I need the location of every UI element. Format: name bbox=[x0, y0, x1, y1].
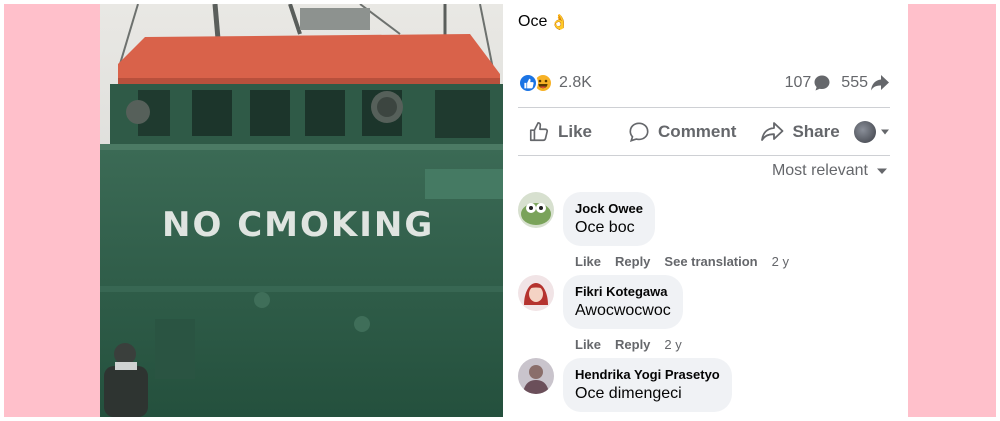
share-icon bbox=[761, 122, 784, 141]
comment-text: Oce boc bbox=[575, 219, 635, 236]
comment-bubble: Hendrika Yogi Prasetyo Oce dimengeci bbox=[563, 358, 732, 412]
comment-count[interactable]: 107 bbox=[785, 74, 812, 92]
comment-text: Awocwocwoc bbox=[575, 302, 671, 319]
comment-reply-link[interactable]: Reply bbox=[615, 337, 650, 352]
comment-timestamp[interactable]: 2 y bbox=[664, 337, 681, 352]
comment-button[interactable]: Comment bbox=[628, 121, 736, 143]
see-translation-link[interactable]: See translation bbox=[664, 254, 757, 269]
ship-illustration: NO CMOKING bbox=[100, 4, 503, 417]
post-stats: 2.8K 107 555 bbox=[518, 70, 890, 96]
comment-timestamp[interactable]: 2 y bbox=[772, 254, 789, 269]
comment-icon bbox=[629, 122, 649, 142]
post-caption: Oce 👌 bbox=[518, 13, 569, 31]
avatar[interactable] bbox=[518, 275, 554, 311]
profile-avatar bbox=[854, 121, 876, 143]
no-smoking-sign: NO CMOKING bbox=[162, 205, 434, 245]
comment-actions: Like Reply See translation 2 y bbox=[575, 254, 789, 269]
share-arrow-icon bbox=[871, 75, 889, 91]
comment-reply-link[interactable]: Reply bbox=[615, 254, 650, 269]
sort-label: Most relevant bbox=[771, 162, 868, 179]
post-actions: Like Comment Share bbox=[518, 114, 890, 150]
like-reaction-icon bbox=[518, 73, 538, 93]
commenter-name[interactable]: Jock Owee bbox=[575, 200, 643, 217]
comment-bubble-icon bbox=[814, 75, 830, 91]
caret-down-icon bbox=[881, 129, 889, 135]
thumbs-up-icon bbox=[529, 122, 549, 142]
avatar[interactable] bbox=[518, 192, 554, 228]
reactions-summary[interactable]: 2.8K bbox=[518, 73, 592, 93]
comment-like-link[interactable]: Like bbox=[575, 337, 601, 352]
share-count[interactable]: 555 bbox=[841, 74, 868, 92]
divider-top bbox=[518, 107, 890, 108]
comment-sort-dropdown[interactable]: Most relevant bbox=[772, 162, 888, 180]
share-button-label: Share bbox=[792, 122, 840, 141]
profile-switcher[interactable] bbox=[854, 121, 890, 143]
commenter-name[interactable]: Hendrika Yogi Prasetyo bbox=[575, 366, 720, 383]
reaction-count: 2.8K bbox=[559, 74, 592, 91]
post-panel: Oce 👌 2.8K 107 555 Like Comment Share Mo… bbox=[503, 4, 908, 417]
comment-bubble: Fikri Kotegawa Awocwocwoc bbox=[563, 275, 683, 329]
comment-actions: Like Reply 2 y bbox=[575, 337, 682, 352]
ok-hand-emoji: 👌 bbox=[550, 14, 570, 31]
like-button-label: Like bbox=[558, 122, 593, 141]
comment-bubble: Jock Owee Oce boc bbox=[563, 192, 655, 246]
post-photo[interactable]: NO CMOKING bbox=[100, 4, 503, 417]
like-button[interactable]: Like bbox=[528, 121, 592, 143]
comment-button-label: Comment bbox=[658, 122, 737, 141]
avatar[interactable] bbox=[518, 358, 554, 394]
divider-bottom bbox=[518, 155, 890, 156]
comment-like-link[interactable]: Like bbox=[575, 254, 601, 269]
post-caption-text: Oce bbox=[518, 13, 548, 30]
commenter-name[interactable]: Fikri Kotegawa bbox=[575, 283, 671, 300]
comment-text: Oce dimengeci bbox=[575, 385, 682, 402]
share-button[interactable]: Share bbox=[760, 121, 840, 143]
caret-down-icon bbox=[877, 168, 887, 174]
